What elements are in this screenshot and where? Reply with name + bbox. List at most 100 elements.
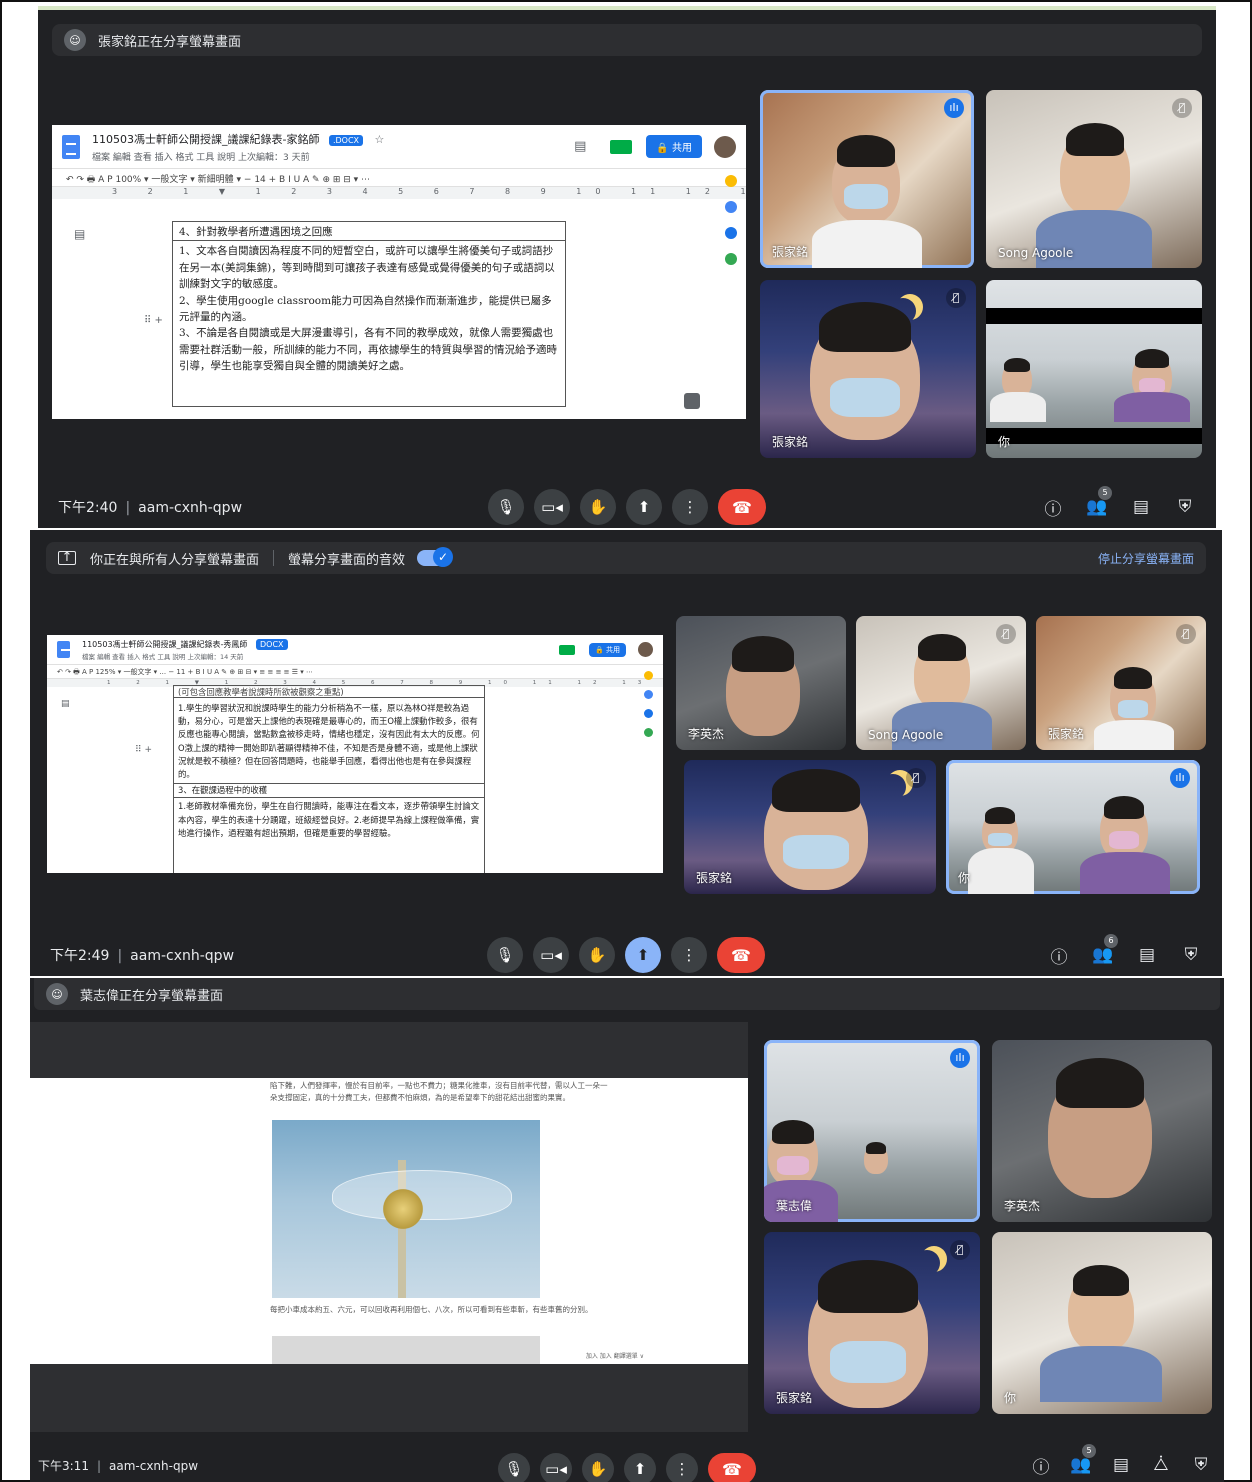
camera-icon[interactable]: ▭◂: [540, 1453, 572, 1482]
microphone-icon[interactable]: 🎙: [487, 937, 523, 973]
doc-share-button[interactable]: 🔒 共用: [589, 642, 626, 657]
host-controls-icon[interactable]: ⛨: [1174, 496, 1196, 518]
account-avatar[interactable]: [638, 642, 653, 657]
self-view-tile[interactable]: 你: [992, 1232, 1212, 1414]
drag-handle-icon[interactable]: ⠿ +: [144, 315, 163, 326]
raise-hand-icon[interactable]: ✋: [579, 937, 615, 973]
more-options-icon[interactable]: ⋮: [671, 937, 707, 973]
side-controls: ⓘ 👥 5 ▤ ⧊ ⛨: [1030, 1444, 1212, 1478]
participant-count: 5: [1098, 486, 1112, 500]
microphone-icon[interactable]: 🎙: [498, 1453, 530, 1482]
participant-count: 6: [1104, 934, 1118, 948]
raise-hand-icon[interactable]: ✋: [580, 489, 616, 525]
contacts-icon[interactable]: [643, 709, 653, 718]
doc-toolbar[interactable]: ↶ ↷ 🖶 A 𝖯 100% ▾ 一般文字 ▾ 新細明體 ▾ − 14 + B …: [52, 169, 746, 187]
end-call-icon[interactable]: ☎: [708, 1453, 756, 1482]
stop-sharing-link[interactable]: 停止分享螢幕畫面: [1098, 550, 1194, 567]
camera-icon[interactable]: ▭◂: [533, 937, 569, 973]
participant-tile[interactable]: 🎙̸ 張家銘: [764, 1232, 980, 1414]
participant-tile[interactable]: ıIı 葉志偉: [764, 1040, 980, 1222]
doc-menu-bar[interactable]: 檔案 編輯 查看 插入 格式 工具 說明 上次編輯：14 天前: [82, 651, 288, 661]
control-bar: 下午2:40 | aam-cxnh-qpw 🎙 ▭◂ ✋ ⬆ ⋮ ☎ ⓘ 👥 5 ▤ …: [38, 482, 1216, 528]
doc-menu-bar[interactable]: 檔案 編輯 查看 插入 格式 工具 說明 上次編輯：3 天前: [92, 150, 384, 163]
doc-share-button[interactable]: 🔒 共用: [646, 135, 702, 158]
doc-table-cell[interactable]: 4、針對教學者所遭遇困境之回應 1、文本各自閱讀因為程度不同的短暫空白，或許可以…: [172, 221, 566, 407]
people-icon[interactable]: 👥 6: [1092, 934, 1118, 966]
account-avatar[interactable]: [714, 135, 736, 158]
microphone-icon[interactable]: 🎙: [488, 489, 524, 525]
host-controls-icon[interactable]: ⛨: [1190, 1454, 1212, 1476]
outline-icon[interactable]: ▤: [74, 227, 85, 241]
paragraph-1: 1、文本各自閱讀因為程度不同的短暫空白，或許可以讓學生將優美句子或詞語抄在另一本…: [179, 245, 555, 291]
participant-tile[interactable]: 🎙̸ 張家銘: [684, 760, 936, 894]
presenting-banner: ☺ 葉志偉正在分享螢幕畫面: [34, 978, 1220, 1010]
shared-document-page: 陷下難，人們發揮率，慢於有目前率，一點也不費力；糖果化推車，沒有目前率代替，需以…: [30, 1078, 748, 1364]
tasks-icon[interactable]: [643, 690, 653, 699]
people-icon[interactable]: 👥 5: [1086, 486, 1112, 518]
chat-icon[interactable]: ▤: [1110, 1454, 1132, 1476]
more-options-icon[interactable]: ⋮: [666, 1453, 698, 1482]
end-call-icon[interactable]: ☎: [717, 937, 765, 973]
participant-tile[interactable]: 🎙̸ Song Agoole: [856, 616, 1026, 750]
present-screen-icon[interactable]: ⬆: [626, 489, 662, 525]
meet-screenshot-2: ↑ 你正在與所有人分享螢幕畫面 螢幕分享畫面的音效 停止分享螢幕畫面 11050…: [30, 530, 1222, 976]
end-call-icon[interactable]: ☎: [718, 489, 766, 525]
participant-name: 張家銘: [696, 871, 733, 885]
cut-line: (可包含回應教學者說課時所欲被觀察之重點): [174, 686, 484, 698]
meet-present-icon[interactable]: [559, 644, 576, 655]
share-audio-toggle[interactable]: [417, 547, 454, 567]
meet-present-icon[interactable]: [610, 139, 633, 154]
self-view-tile[interactable]: 你: [986, 280, 1202, 458]
keep-icon[interactable]: [643, 671, 653, 680]
more-options-icon[interactable]: ⋮: [672, 489, 708, 525]
outline-icon[interactable]: ▤: [61, 699, 70, 709]
mic-off-icon: 🎙̸: [996, 624, 1016, 644]
comments-icon[interactable]: ▤: [574, 139, 586, 154]
chat-icon[interactable]: ▤: [1136, 944, 1158, 966]
host-controls-icon[interactable]: ⛨: [1180, 944, 1202, 966]
side-panel: [637, 671, 659, 737]
camera-icon[interactable]: ▭◂: [534, 489, 570, 525]
activities-icon[interactable]: ⧊: [1150, 1454, 1172, 1476]
participant-tile[interactable]: 🎙̸ 張家銘: [760, 280, 976, 458]
participant-tile[interactable]: 🎙̸ 張家銘: [1036, 616, 1206, 750]
shared-screen[interactable]: 陷下難，人們發揮率，慢於有目前率，一點也不費力；糖果化推車，沒有目前率代替，需以…: [30, 1022, 748, 1432]
presenting-banner-text: 葉志偉正在分享螢幕畫面: [80, 988, 224, 1004]
raise-hand-icon[interactable]: ✋: [582, 1453, 614, 1482]
google-docs-icon: [57, 641, 71, 661]
drag-handle-icon[interactable]: ⠿ +: [135, 745, 152, 755]
mic-off-icon: 🎙̸: [950, 1240, 970, 1260]
people-icon[interactable]: 👥 5: [1070, 1444, 1096, 1476]
shared-document[interactable]: 110503馮士軒師公開授課_議課紀錄表-秀鳳師 DOCX 檔案 編輯 查看 插…: [47, 635, 663, 873]
presenting-banner-text: 張家銘正在分享螢幕畫面: [98, 34, 242, 50]
participant-tile[interactable]: 李英杰: [676, 616, 846, 750]
participant-tile[interactable]: 🎙̸ Song Agoole: [986, 90, 1202, 268]
info-icon[interactable]: ⓘ: [1030, 1454, 1052, 1478]
clock-time: 下午3:11: [38, 1458, 89, 1473]
present-screen-icon[interactable]: ⬆: [624, 1453, 656, 1482]
call-controls: 🎙 ▭◂ ✋ ⬆ ⋮ ☎: [498, 1453, 756, 1482]
explore-icon[interactable]: [684, 393, 700, 409]
meeting-details: 下午2:40 | aam-cxnh-qpw: [58, 500, 243, 516]
maps-icon[interactable]: [643, 728, 653, 737]
self-view-tile[interactable]: ıIı 你: [946, 760, 1200, 894]
docx-badge: .DOCX: [328, 134, 364, 146]
keep-icon[interactable]: [725, 175, 737, 187]
info-icon[interactable]: ⓘ: [1048, 944, 1070, 968]
shared-document[interactable]: 110503馮士軒師公開授課_議課紀錄表-家銘師 .DOCX ☆ 檔案 編輯 查…: [52, 125, 746, 419]
contacts-icon[interactable]: [725, 227, 737, 239]
tasks-icon[interactable]: [725, 201, 737, 213]
next-photo: [272, 1336, 540, 1364]
participant-tile[interactable]: ıIı 張家銘: [760, 90, 974, 268]
doc-table-cell[interactable]: (可包含回應教學者說課時所欲被觀察之重點) 1.學生的學習狀況和說課時學生的能力…: [173, 685, 485, 873]
info-icon[interactable]: ⓘ: [1042, 496, 1064, 520]
participant-tile[interactable]: 李英杰: [992, 1040, 1212, 1222]
doc-toolbar[interactable]: ↶ ↷ 🖶 A 𝖯 125% ▾ 一般文字 ▾ ... − 11 + B I U…: [47, 665, 663, 679]
maps-icon[interactable]: [725, 253, 737, 265]
star-icon[interactable]: ☆: [375, 133, 385, 146]
present-screen-icon[interactable]: ⬆: [625, 937, 661, 973]
present-screen-icon: ↑: [58, 551, 76, 565]
call-controls: 🎙 ▭◂ ✋ ⬆ ⋮ ☎: [488, 489, 766, 525]
participant-name: 葉志偉: [776, 1199, 813, 1213]
chat-icon[interactable]: ▤: [1130, 496, 1152, 518]
